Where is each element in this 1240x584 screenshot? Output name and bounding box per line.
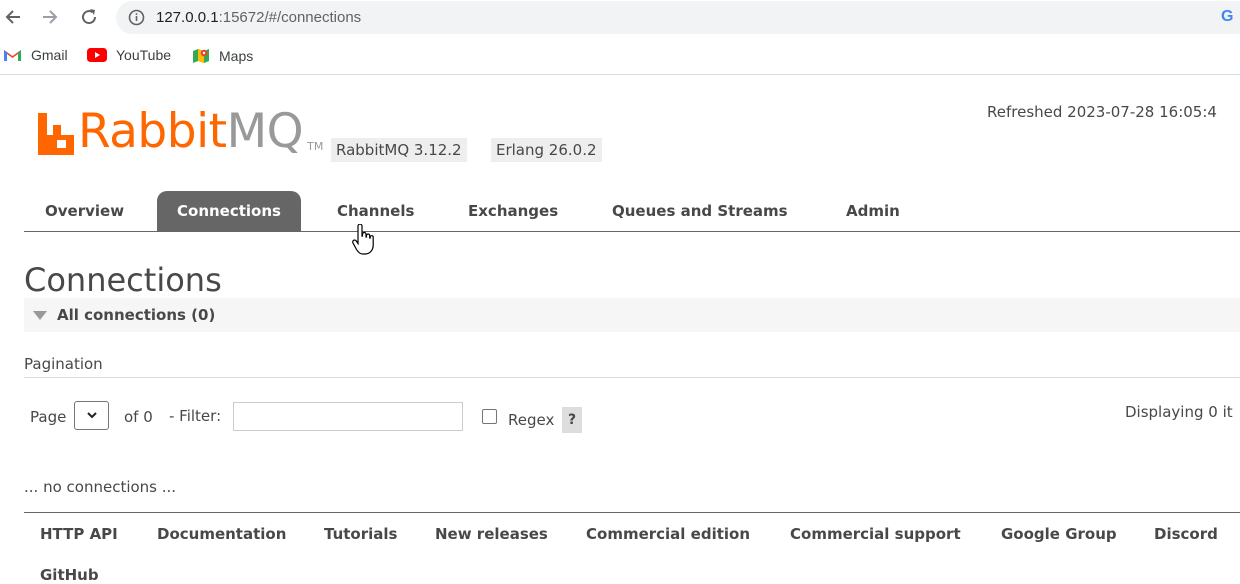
reload-icon [82, 9, 97, 25]
footer-link-commercial-edition[interactable]: Commercial edition [586, 525, 750, 543]
pagination-label: Pagination [24, 355, 103, 373]
page-title: Connections [24, 261, 222, 299]
footer-divider [24, 512, 1240, 513]
regex-checkbox[interactable] [482, 409, 497, 424]
all-connections-toggle[interactable]: All connections (0) [24, 298, 1240, 332]
rabbitmq-version-badge: RabbitMQ 3.12.2 [331, 138, 467, 162]
bookmark-gmail[interactable]: Gmail [3, 47, 68, 63]
youtube-icon [87, 48, 107, 62]
gmail-icon [3, 48, 22, 62]
address-bar[interactable]: 127.0.0.1:15672/#/connections G [116, 1, 1240, 34]
bookmarks-bar: Gmail YouTube Maps [0, 38, 1240, 75]
rabbitmq-logo[interactable]: Rabbit MQ TM [38, 108, 323, 155]
reload-button[interactable] [76, 4, 102, 30]
footer-link-http-api[interactable]: HTTP API [40, 525, 118, 543]
arrow-left-icon [5, 10, 20, 24]
regex-help-button[interactable]: ? [562, 407, 582, 433]
displaying-count: Displaying 0 it [1125, 403, 1233, 421]
footer-link-discord[interactable]: Discord [1154, 525, 1218, 543]
footer-link-commercial-support[interactable]: Commercial support [790, 525, 961, 543]
tab-queues-and-streams[interactable]: Queues and Streams [612, 191, 788, 231]
rabbitmq-logo-icon [38, 113, 74, 155]
hand-pointer-icon [352, 224, 374, 255]
tab-overview[interactable]: Overview [45, 191, 124, 231]
page-label: Page [30, 408, 67, 426]
erlang-version-badge: Erlang 26.0.2 [491, 138, 602, 162]
footer-link-new-releases[interactable]: New releases [435, 525, 548, 543]
url-text: 127.0.0.1:15672/#/connections [156, 9, 362, 26]
filter-input[interactable] [233, 402, 463, 431]
google-icon[interactable]: G [1221, 8, 1233, 26]
arrow-right-icon [43, 10, 58, 24]
chevron-down-icon [87, 412, 97, 419]
refreshed-timestamp: Refreshed 2023-07-28 16:05:4 [987, 103, 1217, 121]
tab-admin[interactable]: Admin [846, 191, 900, 231]
footer-link-github[interactable]: GitHub [40, 566, 99, 584]
triangle-down-icon [33, 311, 47, 320]
forward-button[interactable] [37, 4, 63, 30]
bookmark-youtube[interactable]: YouTube [87, 47, 171, 63]
empty-message: ... no connections ... [24, 478, 177, 496]
back-button[interactable] [0, 4, 26, 30]
footer-link-tutorials[interactable]: Tutorials [324, 525, 397, 543]
tab-connections[interactable]: Connections [157, 191, 301, 231]
tab-exchanges[interactable]: Exchanges [468, 191, 558, 231]
page-select[interactable] [74, 401, 109, 430]
maps-icon [192, 47, 210, 65]
footer-link-google-group[interactable]: Google Group [1001, 525, 1117, 543]
filter-label: - Filter: [169, 407, 222, 425]
info-icon[interactable] [128, 9, 145, 26]
pagination-divider [24, 377, 1240, 378]
section-label: All connections (0) [57, 306, 216, 324]
bookmark-maps[interactable]: Maps [192, 47, 253, 65]
regex-label: Regex [508, 411, 555, 429]
browser-toolbar: 127.0.0.1:15672/#/connections G [0, 0, 1240, 36]
page-count: of 0 [124, 408, 153, 426]
tabs-divider [24, 231, 1240, 232]
footer-link-documentation[interactable]: Documentation [157, 525, 286, 543]
